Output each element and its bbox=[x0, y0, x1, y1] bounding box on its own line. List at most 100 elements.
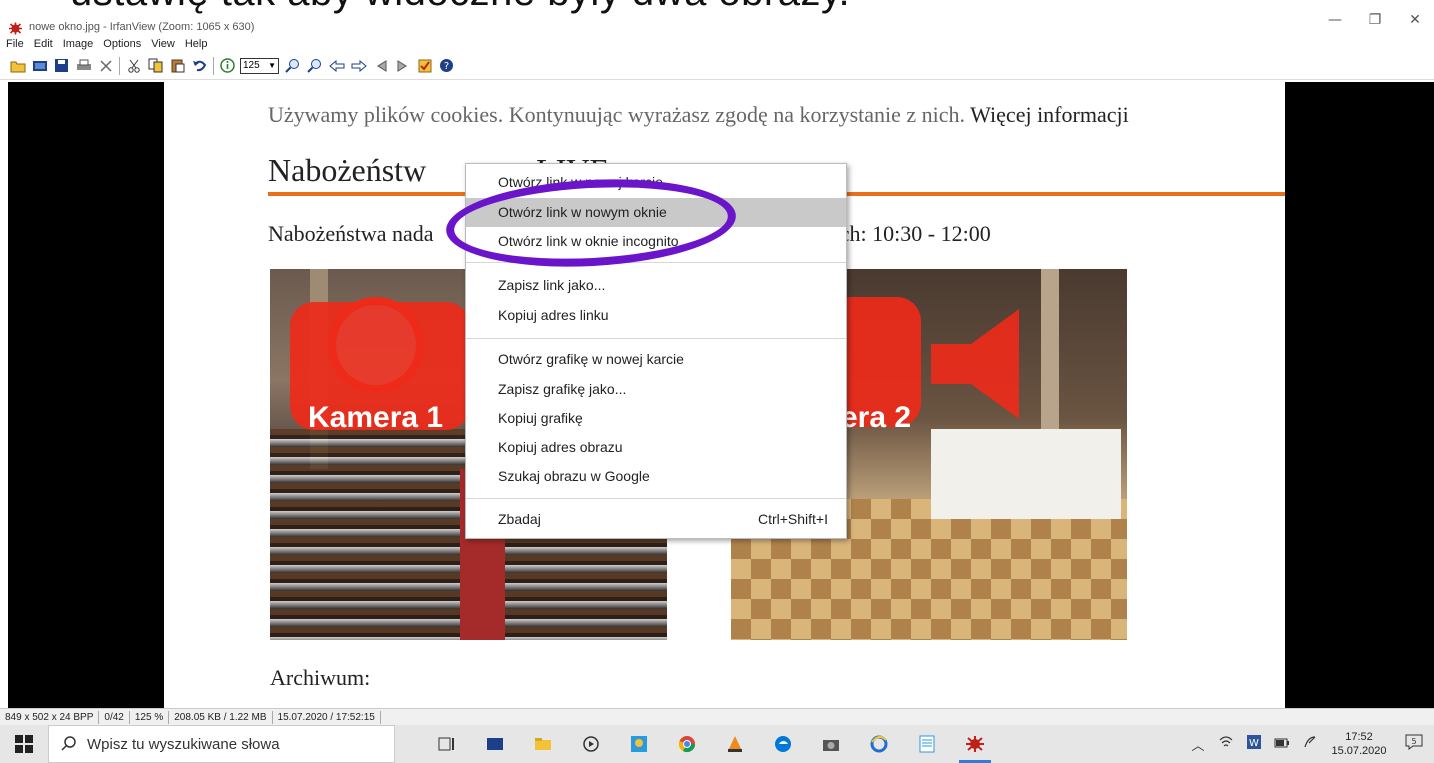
viewer-background-right bbox=[1285, 82, 1434, 708]
save-icon[interactable] bbox=[52, 57, 71, 75]
menu-options[interactable]: Options bbox=[103, 38, 141, 50]
camera-lens-icon bbox=[328, 297, 424, 393]
status-size: 208.05 KB / 1.22 MB bbox=[169, 710, 273, 724]
wifi-icon[interactable] bbox=[1212, 736, 1240, 752]
remote-desktop-icon[interactable] bbox=[471, 725, 519, 763]
task-view-icon[interactable] bbox=[423, 725, 471, 763]
ctx-open-image-tab-label: Otwórz grafikę w nowej karcie bbox=[498, 351, 684, 367]
last-icon[interactable] bbox=[393, 57, 412, 75]
paste-icon[interactable] bbox=[168, 57, 187, 75]
schedule-text-right: ach: 10:30 - 12:00 bbox=[830, 221, 991, 246]
page-heading-text: Nabożeństw bbox=[268, 152, 427, 188]
svg-text:W: W bbox=[1249, 738, 1259, 749]
vlc-icon[interactable] bbox=[711, 725, 759, 763]
ctx-save-image[interactable]: Zapisz grafikę jako... bbox=[466, 375, 846, 404]
menu-edit[interactable]: Edit bbox=[34, 38, 53, 50]
notepad-icon[interactable] bbox=[903, 725, 951, 763]
ctx-copy-link[interactable]: Kopiuj adres linku bbox=[466, 301, 846, 330]
menu-bar: File Edit Image Options View Help bbox=[0, 36, 1434, 51]
pen-icon[interactable] bbox=[1296, 735, 1324, 753]
info-icon[interactable] bbox=[218, 57, 237, 75]
edge-icon[interactable] bbox=[759, 725, 807, 763]
ctx-inspect[interactable]: Zbadaj Ctrl+Shift+I bbox=[466, 505, 846, 534]
copy-icon[interactable] bbox=[146, 57, 165, 75]
schedule-text-left: Nabożeństwa nada bbox=[268, 221, 434, 246]
viewer-background-left bbox=[8, 82, 164, 708]
ctx-save-link-label: Zapisz link jako... bbox=[498, 277, 606, 293]
word-icon[interactable]: W bbox=[1240, 735, 1268, 753]
camera-app-icon[interactable] bbox=[807, 725, 855, 763]
menu-image[interactable]: Image bbox=[63, 38, 94, 50]
ctx-search-image-google-label: Szukaj obrazu w Google bbox=[498, 468, 650, 484]
toolbar-separator bbox=[119, 56, 120, 75]
ctx-copy-image-label: Kopiuj grafikę bbox=[498, 410, 583, 426]
open-icon[interactable] bbox=[8, 57, 27, 75]
next-icon[interactable] bbox=[349, 57, 368, 75]
zoom-value: 125 bbox=[243, 60, 260, 71]
camera-1-label: Kamera 1 bbox=[308, 401, 444, 434]
irfanview-taskbar-icon[interactable] bbox=[951, 725, 999, 763]
notification-count: 5 bbox=[1411, 737, 1416, 746]
ctx-inspect-shortcut: Ctrl+Shift+I bbox=[757, 511, 828, 527]
ctx-save-link[interactable]: Zapisz link jako... bbox=[466, 271, 846, 300]
clock[interactable]: 17:52 15.07.2020 bbox=[1324, 730, 1394, 758]
battery-icon[interactable] bbox=[1268, 737, 1296, 752]
notification-icon[interactable]: 5 bbox=[1394, 734, 1434, 754]
zoom-out-icon[interactable] bbox=[305, 57, 324, 75]
chevron-up-icon[interactable]: ︿ bbox=[1184, 735, 1212, 754]
media-player-icon[interactable] bbox=[567, 725, 615, 763]
menu-help[interactable]: Help bbox=[185, 38, 208, 50]
ctx-save-image-label: Zapisz grafikę jako... bbox=[498, 381, 627, 397]
slideshow-icon[interactable] bbox=[30, 57, 49, 75]
chevron-down-icon: ▼ bbox=[268, 61, 276, 70]
ctx-search-image-google[interactable]: Szukaj obrazu w Google bbox=[466, 462, 846, 491]
zoom-select[interactable]: 125 ▼ bbox=[240, 57, 279, 74]
monitor-app-icon[interactable] bbox=[615, 725, 663, 763]
windows-icon bbox=[15, 735, 33, 753]
print-icon[interactable] bbox=[74, 57, 93, 75]
camera-2-label: era 2 bbox=[841, 401, 912, 434]
cookie-text: Używamy plików cookies. Kontynuując wyra… bbox=[268, 102, 966, 127]
status-bar: 849 x 502 x 24 BPP 0/42 125 % 208.05 KB … bbox=[0, 708, 1434, 725]
taskbar: Wpisz tu wyszukiwane słowa ︿ W 17:52 15.… bbox=[0, 725, 1434, 763]
first-icon[interactable] bbox=[371, 57, 390, 75]
ctx-copy-link-label: Kopiuj adres linku bbox=[498, 307, 609, 323]
overlay-caption: ustawię tak aby widoczne były dwa obrazy… bbox=[70, 0, 850, 15]
ctx-copy-image-address[interactable]: Kopiuj adres obrazu bbox=[466, 433, 846, 462]
clock-date: 15.07.2020 bbox=[1331, 745, 1387, 757]
previous-icon[interactable] bbox=[327, 57, 346, 75]
chrome-icon[interactable] bbox=[663, 725, 711, 763]
options-icon[interactable] bbox=[415, 57, 434, 75]
file-explorer-icon[interactable] bbox=[519, 725, 567, 763]
delete-icon[interactable] bbox=[96, 57, 115, 75]
screen: ustawię tak aby widoczne były dwa obrazy… bbox=[0, 0, 1434, 763]
status-index: 0/42 bbox=[99, 710, 130, 724]
clock-time: 17:52 bbox=[1345, 731, 1373, 743]
system-tray: ︿ W 17:52 15.07.2020 5 bbox=[1184, 725, 1434, 763]
ctx-copy-image-address-label: Kopiuj adres obrazu bbox=[498, 439, 623, 455]
internet-explorer-icon[interactable] bbox=[855, 725, 903, 763]
close-button[interactable]: ✕ bbox=[1400, 12, 1430, 28]
menu-view[interactable]: View bbox=[151, 38, 175, 50]
ctx-copy-image[interactable]: Kopiuj grafikę bbox=[466, 404, 846, 433]
help-icon[interactable]: ? bbox=[437, 57, 456, 75]
altar-table bbox=[931, 429, 1121, 519]
cookie-more-link: Więcej informacji bbox=[970, 102, 1129, 127]
undo-icon[interactable] bbox=[190, 57, 209, 75]
ctx-open-image-tab[interactable]: Otwórz grafikę w nowej karcie bbox=[466, 345, 846, 374]
taskbar-search[interactable]: Wpisz tu wyszukiwane słowa bbox=[48, 725, 395, 763]
cut-icon[interactable] bbox=[124, 57, 143, 75]
title-bar: ustawię tak aby widoczne były dwa obrazy… bbox=[0, 0, 1434, 36]
ctx-separator bbox=[466, 498, 846, 499]
status-dimensions: 849 x 502 x 24 BPP bbox=[0, 710, 100, 724]
svg-text:?: ? bbox=[444, 61, 449, 72]
start-button[interactable] bbox=[0, 725, 48, 763]
zoom-in-icon[interactable] bbox=[283, 57, 302, 75]
camera-speaker-icon bbox=[931, 309, 1019, 419]
menu-file[interactable]: File bbox=[6, 38, 24, 50]
ctx-inspect-label: Zbadaj bbox=[498, 511, 541, 527]
irfanview-icon bbox=[9, 22, 22, 35]
minimize-button[interactable]: — bbox=[1320, 12, 1350, 28]
status-datetime: 15.07.2020 / 17:52:15 bbox=[273, 710, 381, 724]
restore-button[interactable]: ❐ bbox=[1360, 12, 1390, 28]
